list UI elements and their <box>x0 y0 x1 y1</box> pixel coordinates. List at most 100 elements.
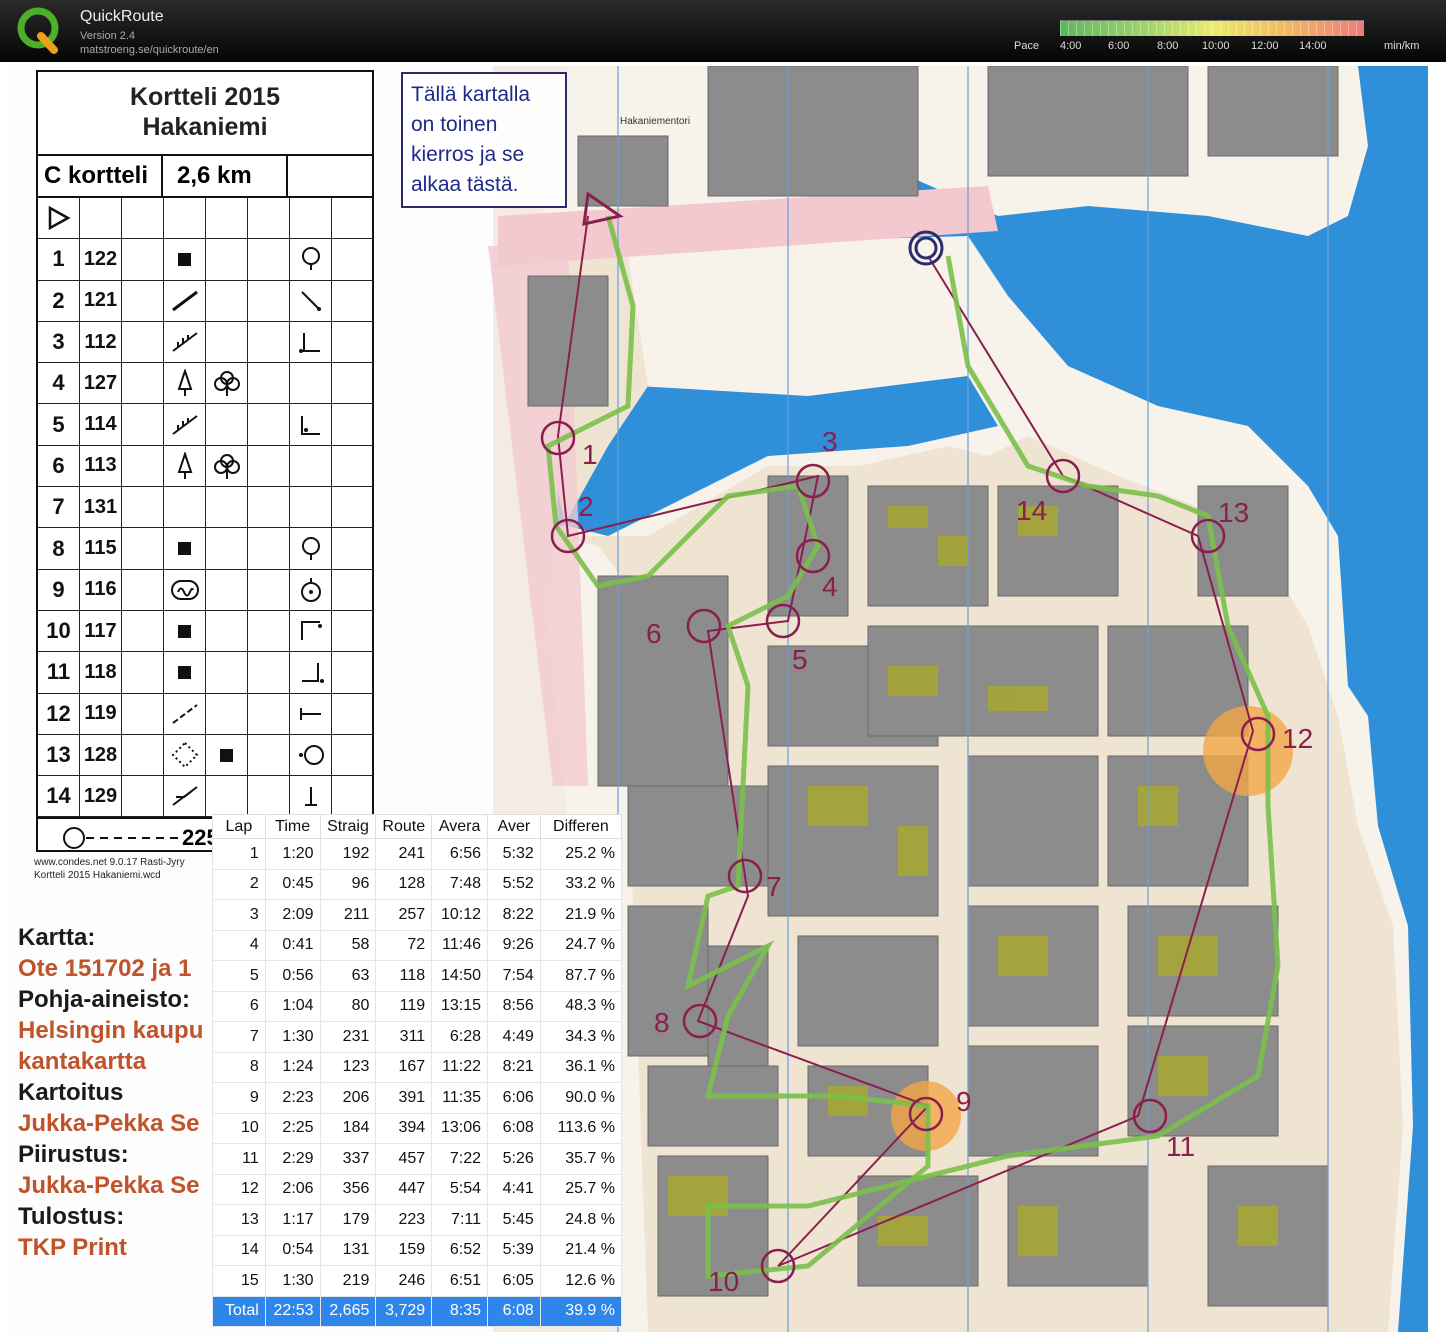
control-label: 9 <box>956 1086 972 1117</box>
info-label: Kartoitus <box>18 1079 124 1106</box>
app-name: QuickRoute <box>80 8 164 25</box>
square-feature-icon <box>206 734 248 777</box>
lap-cell: 6:28 <box>431 1021 488 1053</box>
crossing-icon <box>164 776 206 818</box>
description-credit: www.condes.net 9.0.17 Rasti-Jyry Korttel… <box>34 856 185 882</box>
lap-cell: 9:26 <box>487 929 541 961</box>
control-number: 10 <box>38 610 80 653</box>
column-header[interactable]: Time <box>264 814 321 839</box>
lap-cell: 12.6 % <box>539 1265 623 1297</box>
bush-icon <box>206 445 248 488</box>
lap-cell: 8:21 <box>487 1051 541 1083</box>
lap-cell: 167 <box>375 1051 433 1083</box>
lap-cell: 192 <box>319 838 377 870</box>
app-version: Version 2.4 <box>80 30 136 42</box>
lap-cell: 257 <box>375 899 433 931</box>
lap-row[interactable]: 9 2:23 206 391 11:35 6:06 90.0 % <box>212 1082 623 1114</box>
pace-tick: 12:00 <box>1251 40 1279 52</box>
total-cell: 2,665 <box>319 1295 377 1327</box>
lap-cell: 24.8 % <box>539 1204 623 1236</box>
fountain-icon <box>164 569 206 611</box>
tree-icon <box>164 445 206 488</box>
lap-row[interactable]: 8 1:24 123 167 11:22 8:21 36.1 % <box>212 1051 623 1083</box>
pace-tick: 14:00 <box>1299 40 1327 52</box>
info-value: Helsingin kaupu <box>18 1017 204 1044</box>
lap-row[interactable]: 3 2:09 211 257 10:12 8:22 21.9 % <box>212 899 623 931</box>
lap-cell: 2:29 <box>264 1143 321 1175</box>
lap-cell: 9 <box>212 1082 266 1114</box>
lap-cell: 21.4 % <box>539 1234 623 1266</box>
column-header[interactable]: Differen <box>539 814 623 839</box>
column-header[interactable]: Aver <box>487 814 541 839</box>
info-value: Ote 151702 ja 1 <box>18 955 192 982</box>
control-label: 5 <box>792 644 808 675</box>
path-icon <box>164 693 206 735</box>
control-code: 128 <box>80 734 122 777</box>
description-title: Kortteli 2015 Hakaniemi <box>38 72 372 156</box>
lap-row[interactable]: 12 2:06 356 447 5:54 4:41 25.7 % <box>212 1173 623 1205</box>
lap-cell: 5:32 <box>487 838 541 870</box>
total-cell: 8:35 <box>431 1295 488 1327</box>
lap-cell: 2 <box>212 868 266 900</box>
info-value: kantakartta <box>18 1048 147 1075</box>
column-header[interactable]: Avera <box>431 814 488 839</box>
lap-cell: 5:39 <box>487 1234 541 1266</box>
lap-row[interactable]: 13 1:17 179 223 7:11 5:45 24.8 % <box>212 1204 623 1236</box>
control-number: 2 <box>38 280 80 322</box>
lap-row[interactable]: 5 0:56 63 118 14:50 7:54 87.7 % <box>212 960 623 992</box>
lap-row[interactable]: 10 2:25 184 394 13:06 6:08 113.6 % <box>212 1112 623 1144</box>
notice-line: Tällä kartalla <box>411 83 531 106</box>
lap-row[interactable]: 2 0:45 96 128 7:48 5:52 33.2 % <box>212 868 623 900</box>
lap-cell: 80 <box>319 990 377 1022</box>
lap-row[interactable]: 1 1:20 192 241 6:56 5:32 25.2 % <box>212 838 623 870</box>
lap-cell: 219 <box>319 1265 377 1297</box>
lap-cell: 1:30 <box>264 1265 321 1297</box>
square-feature-icon <box>164 610 206 653</box>
column-header[interactable]: Lap <box>212 814 266 839</box>
lap-cell: 63 <box>319 960 377 992</box>
lap-cell: 7:22 <box>431 1143 488 1175</box>
lap-cell: 11 <box>212 1143 266 1175</box>
total-cell: 3,729 <box>375 1295 433 1327</box>
second-loop-notice: Tällä kartalla on toinen kierros ja se a… <box>401 72 567 208</box>
lap-cell: 6:51 <box>431 1265 488 1297</box>
lap-table-header: Lap Time Straig Route Avera Aver Differe… <box>212 814 623 839</box>
total-cell: 39.9 % <box>539 1295 623 1327</box>
lap-table[interactable]: Lap Time Straig Route Avera Aver Differe… <box>212 814 623 1327</box>
description-grid: 1 122 2 121 3 112 4 127 5 114 6 113 7 13… <box>38 198 374 818</box>
lap-row[interactable]: 14 0:54 131 159 6:52 5:39 21.4 % <box>212 1234 623 1266</box>
column-header[interactable]: Straig <box>319 814 377 839</box>
pace-tick: 4:00 <box>1060 40 1082 52</box>
lap-cell: 21.9 % <box>539 899 623 931</box>
lap-cell: 457 <box>375 1143 433 1175</box>
quickroute-logo-icon <box>17 7 59 54</box>
control-label: 6 <box>646 618 662 649</box>
lap-row[interactable]: 15 1:30 219 246 6:51 6:05 12.6 % <box>212 1265 623 1297</box>
side-icon <box>290 734 332 777</box>
control-code: 127 <box>80 363 122 405</box>
column-header[interactable]: Route <box>375 814 433 839</box>
lap-cell: 0:45 <box>264 868 321 900</box>
lap-total-row[interactable]: Total 22:53 2,665 3,729 8:35 6:08 39.9 % <box>212 1295 623 1327</box>
control-label: 12 <box>1282 723 1313 754</box>
app-url: matstroeng.se/quickroute/en <box>80 44 219 56</box>
lap-cell: 2:25 <box>264 1112 321 1144</box>
credit-line: www.condes.net 9.0.17 Rasti-Jyry <box>34 857 185 868</box>
control-label: 2 <box>578 491 594 522</box>
square-feature-icon <box>164 239 206 281</box>
lap-cell: 231 <box>319 1021 377 1053</box>
lap-cell: 131 <box>319 1234 377 1266</box>
control-code: 114 <box>80 404 122 446</box>
control-label: 10 <box>708 1266 739 1297</box>
lap-cell: 113.6 % <box>539 1112 623 1144</box>
lap-row[interactable]: 7 1:30 231 311 6:28 4:49 34.3 % <box>212 1021 623 1053</box>
lap-row[interactable]: 11 2:29 337 457 7:22 5:26 35.7 % <box>212 1143 623 1175</box>
lap-row[interactable]: 4 0:41 58 72 11:46 9:26 24.7 % <box>212 929 623 961</box>
pace-tick: 8:00 <box>1157 40 1179 52</box>
finish-circle <box>908 230 944 266</box>
event-name: Kortteli 2015 <box>129 83 281 111</box>
lap-cell: 4 <box>212 929 266 961</box>
lap-row[interactable]: 6 1:04 80 119 13:15 8:56 48.3 % <box>212 990 623 1022</box>
foot-corner-icon <box>290 404 332 446</box>
lap-cell: 179 <box>319 1204 377 1236</box>
